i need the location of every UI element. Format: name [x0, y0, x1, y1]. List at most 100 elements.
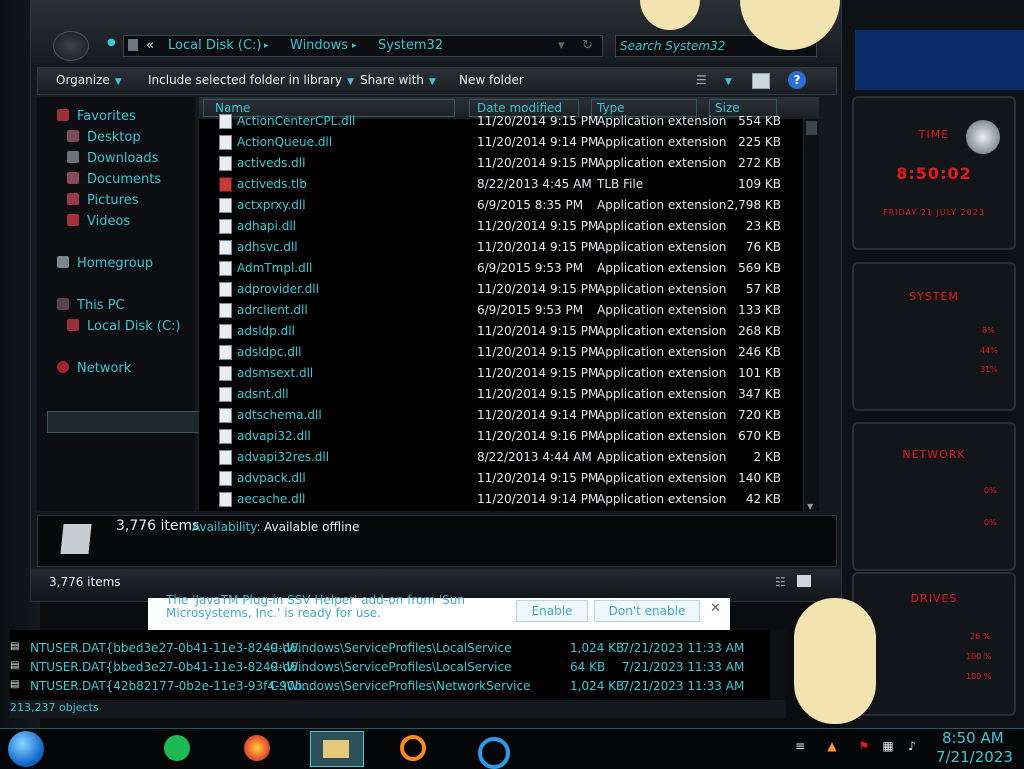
breadcrumb-separator-icon[interactable]: ▸ [264, 41, 269, 51]
file-name[interactable]: advapi32.dll [237, 429, 311, 443]
result-name[interactable]: NTUSER.DAT{bbed3e27-0b41-11e3-8249-d6... [30, 660, 309, 674]
file-name[interactable]: ActionQueue.dll [237, 135, 332, 149]
drive-icon [67, 319, 79, 331]
nav-documents[interactable]: Documents [67, 172, 161, 187]
file-icon: ▤ [10, 679, 20, 690]
start-button[interactable] [8, 731, 44, 767]
breadcrumb-windows[interactable]: Windows [290, 38, 348, 53]
file-row[interactable]: adsldpc.dll 11/20/2014 9:15 PM Application… [199, 342, 819, 363]
include-in-library-button[interactable]: Include selected folder in library ▼ [148, 73, 354, 87]
action-center-flag-icon[interactable]: ⚑ [856, 739, 872, 755]
file-row[interactable]: AdmTmpl.dll 6/9/2015 9:53 PM Application e… [199, 258, 819, 279]
scrollbar-thumb[interactable] [806, 121, 817, 135]
file-row[interactable]: advapi32res.dll 8/22/2013 4:44 AM Applicat… [199, 447, 819, 468]
large-icons-view-icon[interactable] [797, 575, 811, 587]
breadcrumb-system32[interactable]: System32 [378, 38, 443, 53]
file-name[interactable]: adsmsext.dll [237, 366, 313, 380]
file-name[interactable]: ActionCenterCPL.dll [237, 114, 355, 128]
results-scrollbar[interactable] [770, 630, 786, 700]
network-icon[interactable]: ▦ [880, 739, 896, 755]
file-row[interactable]: actxprxy.dll 6/9/2015 8:35 PM Application … [199, 195, 819, 216]
file-name[interactable]: activeds.tlb [237, 177, 307, 191]
navigation-pane: Favorites Desktop Downloads Documents Pi… [37, 97, 201, 511]
nav-videos-label: Videos [87, 214, 131, 229]
breadcrumb-separator-icon[interactable]: ▸ [352, 41, 357, 51]
file-row[interactable]: adsmsext.dll 11/20/2014 9:15 PM Applicatio… [199, 363, 819, 384]
nav-desktop[interactable]: Desktop [67, 130, 141, 145]
file-row[interactable]: adhapi.dll 11/20/2014 9:15 PM Application … [199, 216, 819, 237]
dropdown-arrow-icon[interactable]: ▾ [558, 38, 565, 53]
recent-pages-dot[interactable]: ● [107, 37, 116, 48]
details-view-icon[interactable]: ☷ [775, 575, 786, 589]
internet-explorer-button[interactable] [466, 731, 518, 769]
file-name[interactable]: adsldp.dll [237, 324, 295, 338]
file-name[interactable]: activeds.dll [237, 156, 305, 170]
file-row[interactable]: advpack.dll 11/20/2014 9:15 PM Application… [199, 468, 819, 489]
clock-date[interactable]: 7/21/2023 [936, 748, 1013, 766]
organize-button[interactable]: Organize ▼ [56, 73, 122, 87]
dont-enable-button[interactable]: Don't enable [594, 600, 700, 622]
file-row[interactable]: aecache.dll 11/20/2014 9:14 PM Application… [199, 489, 819, 510]
file-row[interactable]: adsnt.dll 11/20/2014 9:15 PM Application e… [199, 384, 819, 405]
file-row[interactable]: activeds.dll 11/20/2014 9:15 PM Applicatio… [199, 153, 819, 174]
close-icon[interactable]: ✕ [710, 601, 721, 616]
nav-videos[interactable]: Videos [67, 214, 130, 229]
file-name[interactable]: actxprxy.dll [237, 198, 306, 212]
breadcrumb-local-disk[interactable]: Local Disk (C:) [168, 38, 261, 53]
file-explorer-button[interactable] [310, 731, 364, 767]
refresh-icon[interactable]: ↻ [582, 38, 593, 53]
file-row[interactable]: adrclient.dll 6/9/2015 9:53 PM Application… [199, 300, 819, 321]
file-row[interactable]: adtschema.dll 11/20/2014 9:14 PM Applicati… [199, 405, 819, 426]
address-bar[interactable]: « Local Disk (C:) ▸ Windows ▸ System32 ▾… [123, 35, 603, 57]
file-name[interactable]: adhsvc.dll [237, 240, 298, 254]
file-name[interactable]: adprovider.dll [237, 282, 319, 296]
nav-pictures[interactable]: Pictures [67, 193, 138, 208]
spotify-button[interactable] [152, 731, 204, 765]
file-row[interactable]: ActionCenterCPL.dll 11/20/2014 9:15 PM App… [199, 111, 819, 132]
file-type: Application extension [597, 471, 727, 485]
file-type: Application extension [597, 303, 727, 317]
file-row[interactable]: adsldp.dll 11/20/2014 9:15 PM Application … [199, 321, 819, 342]
nav-homegroup[interactable]: Homegroup [57, 256, 153, 271]
file-row[interactable]: activeds.tlb 8/22/2013 4:45 AM TLB File 109… [199, 174, 819, 195]
search-button[interactable] [386, 731, 438, 765]
share-with-button[interactable]: Share with ▼ [360, 73, 436, 87]
back-button[interactable] [53, 31, 89, 61]
file-name[interactable]: AdmTmpl.dll [237, 261, 312, 275]
file-name[interactable]: advapi32res.dll [237, 450, 329, 464]
volume-icon[interactable]: ♪ [904, 739, 920, 755]
nav-downloads[interactable]: Downloads [67, 151, 158, 166]
view-options-icon[interactable]: ☰ [696, 73, 707, 87]
firefox-button[interactable] [232, 731, 284, 765]
result-row[interactable]: ▤ NTUSER.DAT{bbed3e27-0b41-11e3-8249-d6..… [10, 640, 766, 659]
file-row[interactable]: advapi32.dll 11/20/2014 9:16 PM Applicatio… [199, 426, 819, 447]
scroll-down-icon[interactable]: ▼ [807, 502, 813, 511]
nav-favorites[interactable]: Favorites [57, 109, 136, 124]
file-name[interactable]: adhapi.dll [237, 219, 296, 233]
file-name[interactable]: aecache.dll [237, 492, 305, 506]
enable-button[interactable]: Enable [516, 600, 588, 622]
nav-this-pc[interactable]: This PC [57, 298, 125, 313]
file-name[interactable]: adrclient.dll [237, 303, 308, 317]
nav-network[interactable]: Network [57, 361, 131, 376]
clock-time[interactable]: 8:50 AM [942, 729, 1004, 747]
new-folder-button[interactable]: New folder [459, 73, 524, 87]
file-name[interactable]: adsnt.dll [237, 387, 289, 401]
nav-local-disk[interactable]: Local Disk (C:) [67, 319, 180, 334]
result-name[interactable]: NTUSER.DAT{bbed3e27-0b41-11e3-8249-d6... [30, 641, 309, 655]
file-row[interactable]: adprovider.dll 11/20/2014 9:15 PM Applicat… [199, 279, 819, 300]
show-hidden-icons-button[interactable]: ≡ [792, 739, 808, 755]
help-icon[interactable]: ? [788, 71, 806, 89]
preview-pane-icon[interactable] [752, 73, 770, 89]
vertical-scrollbar[interactable]: ▼ [803, 119, 819, 511]
view-dropdown-button[interactable]: ▼ [720, 73, 732, 87]
file-name[interactable]: advpack.dll [237, 471, 306, 485]
file-name[interactable]: adtschema.dll [237, 408, 322, 422]
file-row[interactable]: adhsvc.dll 11/20/2014 9:15 PM Application … [199, 237, 819, 258]
result-row[interactable]: ▤ NTUSER.DAT{42b82177-0b2e-11e3-93f4-90b.… [10, 678, 766, 697]
breadcrumb-overflow[interactable]: « [146, 38, 154, 53]
result-row[interactable]: ▤ NTUSER.DAT{bbed3e27-0b41-11e3-8249-d6..… [10, 659, 766, 678]
file-name[interactable]: adsldpc.dll [237, 345, 302, 359]
file-row[interactable]: ActionQueue.dll 11/20/2014 9:14 PM Applica… [199, 132, 819, 153]
tray-app-icon[interactable]: ▲ [824, 739, 840, 755]
